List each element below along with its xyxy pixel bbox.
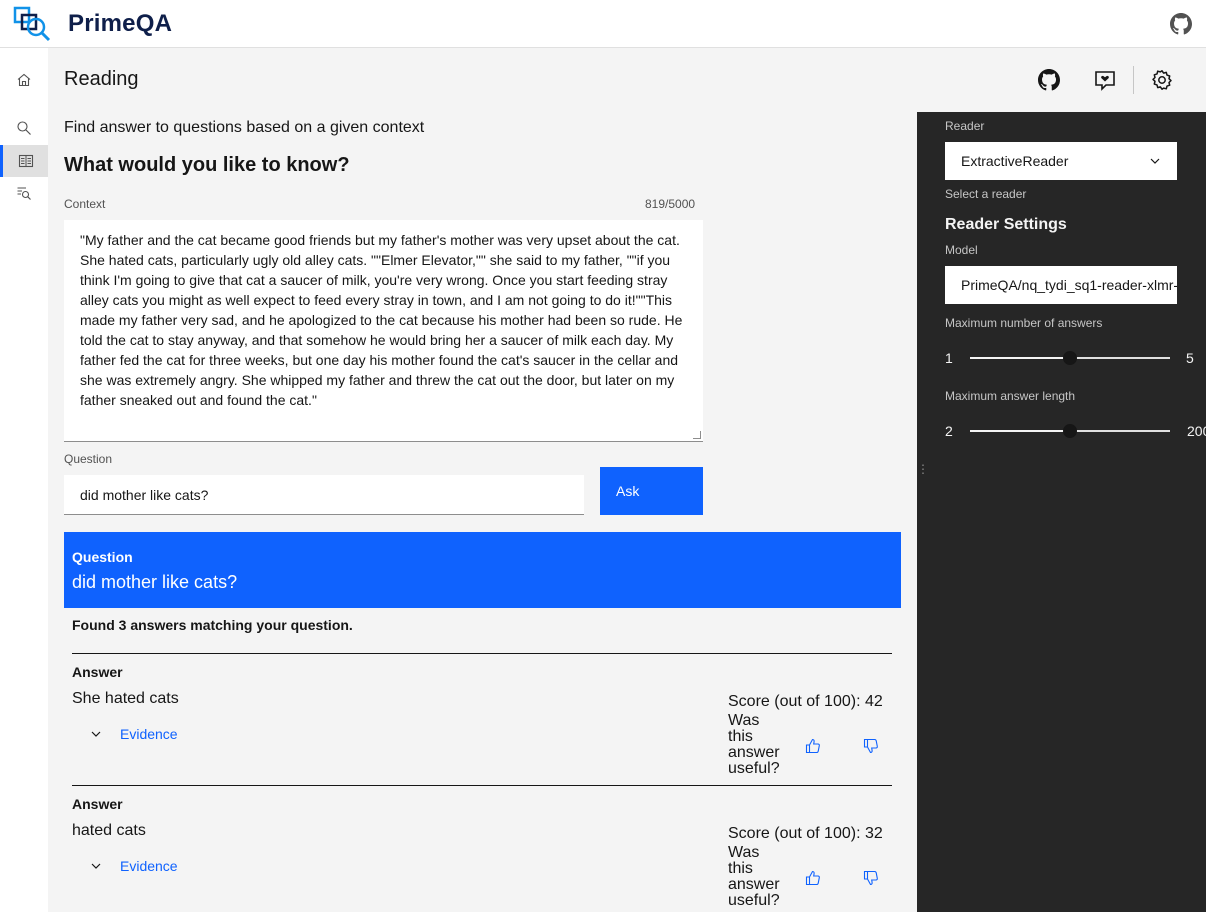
answer-label: Answer: [72, 796, 123, 812]
resize-handle-icon[interactable]: [693, 431, 701, 439]
chevron-down-icon: [88, 858, 104, 874]
thumbs-up-button[interactable]: [803, 868, 823, 888]
slider-fill: [970, 357, 1070, 359]
evidence-label: Evidence: [120, 858, 178, 874]
reader-settings-heading: Reader Settings: [945, 216, 1067, 233]
nav-item-reading[interactable]: [0, 145, 48, 177]
github-icon[interactable]: [1170, 13, 1192, 35]
thumbs-up-icon: [805, 738, 820, 754]
header-settings-button[interactable]: [1148, 66, 1176, 94]
thumbs-down-icon: [863, 738, 878, 754]
header-feedback-button[interactable]: [1091, 66, 1119, 94]
model-input-value: PrimeQA/nq_tydi_sq1-reader-xlmr-large-20…: [961, 277, 1177, 293]
question-banner-text: did mother like cats?: [72, 572, 238, 592]
section-heading: What would you like to know?: [64, 154, 350, 176]
answer-text: She hated cats: [72, 690, 179, 707]
answer-score: Score (out of 100): 32: [728, 825, 883, 842]
evidence-label: Evidence: [120, 726, 178, 742]
question-banner: Question did mother like cats?: [64, 532, 901, 608]
context-char-counter: 819/5000: [645, 197, 696, 211]
max-length-slider[interactable]: [970, 424, 1170, 438]
top-bar: PrimeQA: [0, 0, 1206, 48]
slider-thumb[interactable]: [1063, 351, 1077, 365]
answer-score: Score (out of 100): 42: [728, 693, 883, 710]
thumbs-up-button[interactable]: [803, 736, 823, 756]
feedback-prompt: Was this answer useful?: [728, 844, 780, 909]
answer-card: Answer hated cats Evidence Score (out of…: [72, 785, 892, 912]
reader-select-value: ExtractiveReader: [961, 153, 1069, 169]
answer-label: Answer: [72, 664, 123, 680]
question-input[interactable]: [64, 475, 584, 515]
answer-text: hated cats: [72, 822, 146, 839]
slider-thumb[interactable]: [1063, 424, 1077, 438]
reader-helper-text: Select a reader: [945, 187, 1027, 201]
thumbs-down-button[interactable]: [861, 868, 881, 888]
max-answers-label: Maximum number of answers: [945, 316, 1103, 330]
header-divider: [1133, 66, 1134, 94]
header-github-button[interactable]: [1035, 66, 1063, 94]
chevron-down-icon: [1150, 158, 1160, 164]
ask-button[interactable]: Ask: [600, 467, 703, 515]
page-title: Reading: [64, 68, 139, 90]
question-banner-label: Question: [72, 549, 133, 565]
nav-item-search[interactable]: [0, 112, 48, 144]
max-answers-max: 5: [1186, 350, 1194, 366]
evidence-toggle[interactable]: Evidence: [88, 726, 178, 742]
page-subtitle: Find answer to questions based on a give…: [64, 119, 425, 136]
thumbs-up-icon: [805, 870, 820, 886]
nav-item-retrieval[interactable]: [0, 177, 48, 209]
slider-fill: [970, 430, 1070, 432]
context-label: Context: [64, 197, 106, 211]
settings-icon: [1152, 70, 1172, 90]
nav-item-home[interactable]: [0, 64, 48, 96]
evidence-toggle[interactable]: Evidence: [88, 858, 178, 874]
document-search-icon: [17, 187, 31, 200]
model-label: Model: [945, 243, 978, 257]
thumbs-down-button[interactable]: [861, 736, 881, 756]
max-length-max: 2000: [1187, 423, 1206, 439]
max-length-label: Maximum answer length: [945, 389, 1076, 403]
results-summary: Found 3 answers matching your question.: [72, 617, 353, 633]
github-icon: [1038, 69, 1060, 91]
app-name: PrimeQA: [68, 10, 173, 37]
reader-select[interactable]: ExtractiveReader: [945, 142, 1177, 180]
feedback-prompt: Was this answer useful?: [728, 712, 780, 777]
reader-label: Reader: [945, 119, 985, 133]
answer-card: Answer She hated cats Evidence Score (ou…: [72, 653, 892, 785]
thumbs-down-icon: [863, 870, 878, 886]
feedback-icon: [1095, 71, 1115, 91]
max-length-min: 2: [945, 423, 953, 439]
max-answers-slider[interactable]: [970, 351, 1170, 365]
question-label: Question: [64, 452, 113, 466]
context-text: "My father and the cat became good frien…: [80, 232, 683, 408]
side-nav: [0, 48, 48, 912]
panel-resize-handle[interactable]: ⋮: [917, 462, 929, 476]
context-textarea[interactable]: "My father and the cat became good frien…: [64, 220, 703, 442]
model-input[interactable]: PrimeQA/nq_tydi_sq1-reader-xlmr-large-20…: [945, 266, 1177, 304]
search-icon: [17, 121, 31, 135]
settings-panel: Reader ExtractiveReader Select a reader …: [917, 112, 1206, 912]
max-answers-min: 1: [945, 350, 953, 366]
reading-icon: [18, 154, 33, 168]
home-icon: [17, 73, 31, 87]
chevron-down-icon: [88, 726, 104, 742]
primeqa-logo-icon: [13, 6, 51, 42]
